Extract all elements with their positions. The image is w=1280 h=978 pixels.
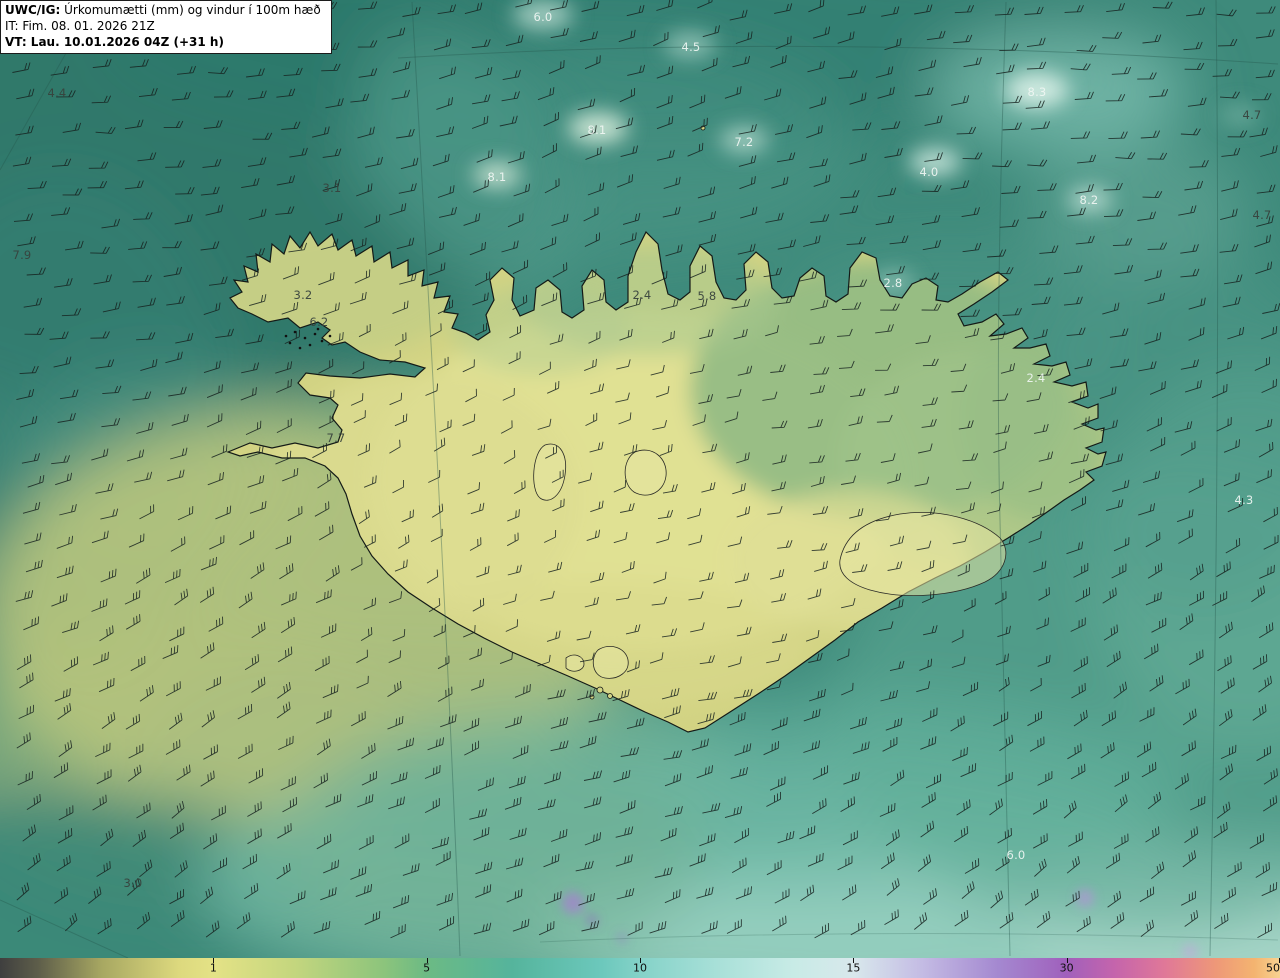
map-title: Úrkomumætti (mm) og vindur í 100m hæð <box>64 3 321 17</box>
init-time: IT: Fim. 08. 01. 2026 21Z <box>5 18 155 33</box>
precipitation-wind-map <box>0 0 1280 958</box>
colorbar: 1 5 10 15 30 50 <box>0 958 1280 978</box>
colorbar-tick-label: 5 <box>423 961 431 975</box>
colorbar-tick-label: 30 <box>1059 961 1074 975</box>
model-label: UWC/IG: <box>5 3 61 17</box>
colorbar-tick-label: 10 <box>633 961 647 975</box>
weather-map-page: 6.0 4.5 4.4 8.3 4.7 8.1 7.2 8.1 4.0 8.2 3.1 4.7 7.9 3… <box>0 0 1280 978</box>
title-line-model: UWC/IG: Úrkomumætti (mm) og vindur í 100… <box>5 3 321 19</box>
title-box: UWC/IG: Úrkomumætti (mm) og vindur í 100… <box>0 0 332 55</box>
colorbar-tick-label: 1 <box>209 961 217 975</box>
colorbar-tick-label: 50 <box>1266 961 1280 975</box>
valid-time: VT: Lau. 10.01.2026 04Z (+31 h) <box>5 34 224 49</box>
colorbar-tick-label: 15 <box>846 961 861 975</box>
